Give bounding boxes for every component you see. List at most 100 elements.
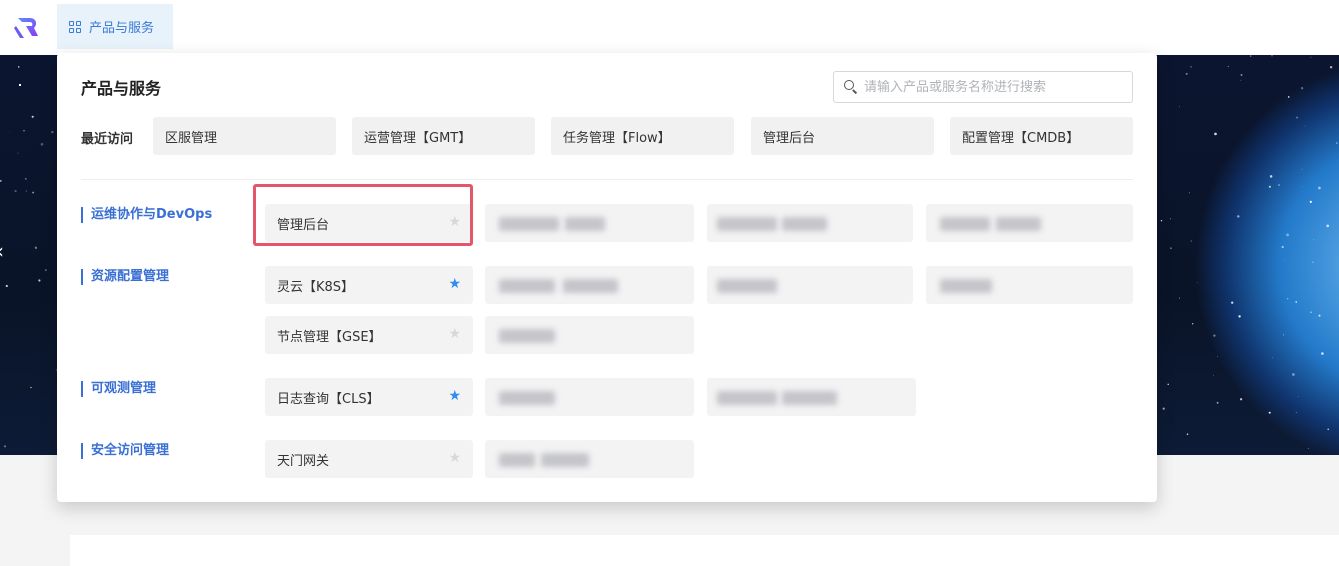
star-dot: [1216, 355, 1218, 357]
star-dot: [1278, 184, 1280, 186]
category-resource-config[interactable]: 资源配置管理: [81, 269, 169, 285]
category-observability[interactable]: 可观测管理: [81, 381, 156, 397]
star-dot: [1327, 428, 1330, 431]
star-dot: [1301, 168, 1303, 170]
star-dot: [17, 66, 20, 68]
recent-item[interactable]: 运营管理【GMT】: [352, 117, 535, 155]
star-dot: [32, 191, 35, 194]
star-dot: [1231, 301, 1234, 304]
star-dot: [1283, 334, 1285, 336]
star-dot: [1214, 132, 1217, 136]
redacted-product-card: [707, 378, 916, 416]
product-label: 节点管理【GSE】: [277, 329, 382, 345]
star-dot: [1284, 260, 1286, 262]
star-dot: [5, 284, 8, 288]
product-card[interactable]: 灵云【K8S】 ★: [265, 266, 473, 304]
star-dot: [1249, 55, 1252, 57]
star-dot: [1213, 334, 1216, 337]
star-dot: [9, 132, 10, 133]
star-dot: [14, 190, 17, 193]
star-dot: [1313, 239, 1315, 241]
star-dot: [1268, 185, 1271, 188]
star-icon[interactable]: ★: [448, 276, 461, 292]
star-dot: [1309, 200, 1312, 203]
star-dot: [1281, 245, 1284, 249]
star-dot: [1287, 298, 1289, 300]
redacted-product-card: [485, 440, 694, 478]
logo-icon[interactable]: [12, 12, 42, 42]
recent-item[interactable]: 任务管理【Flow】: [551, 117, 734, 155]
star-dot: [30, 386, 32, 389]
redacted-product-card: [485, 204, 694, 242]
category-devops[interactable]: 运维协作与DevOps: [81, 207, 212, 223]
star-dot: [1304, 125, 1306, 127]
star-dot: [23, 129, 25, 132]
recent-item[interactable]: 区服管理: [153, 117, 336, 155]
star-dot: [1296, 116, 1299, 119]
star-dot: [1192, 323, 1194, 325]
star-dot: [1160, 219, 1163, 222]
category-security-access[interactable]: 安全访问管理: [81, 443, 169, 459]
product-card[interactable]: 天门网关 ★: [265, 440, 473, 478]
redacted-product-card: [485, 378, 694, 416]
highlight-box: [253, 184, 473, 246]
star-dot: [1271, 357, 1273, 358]
product-card[interactable]: 日志查询【CLS】 ★: [265, 378, 473, 416]
star-dot: [1300, 86, 1304, 90]
star-dot: [1186, 433, 1189, 435]
redacted-product-card: [926, 204, 1133, 242]
star-dot: [1310, 56, 1312, 58]
star-dot: [1237, 215, 1240, 218]
star-dot: [1238, 315, 1241, 318]
chevron-left-icon[interactable]: ‹: [0, 239, 4, 263]
star-dot: [1286, 233, 1289, 237]
star-dot: [1318, 186, 1321, 190]
star-dot: [34, 246, 38, 249]
star-dot: [1196, 282, 1198, 283]
star-dot: [1310, 311, 1312, 314]
redacted-product-card: [707, 204, 913, 242]
product-label: 天门网关: [277, 453, 330, 469]
star-dot: [1318, 314, 1321, 317]
star-dot: [1307, 447, 1309, 450]
product-label: 灵云【K8S】: [277, 279, 355, 295]
nav-label: 产品与服务: [89, 21, 155, 36]
recent-item[interactable]: 管理后台: [751, 117, 934, 155]
star-dot: [1213, 374, 1214, 376]
star-dot: [1271, 55, 1273, 57]
panel-title: 产品与服务: [81, 79, 162, 98]
top-bar: 产品与服务: [0, 0, 1339, 55]
search-input[interactable]: [864, 79, 1124, 95]
star-dot: [1329, 66, 1333, 69]
star-dot: [1169, 247, 1172, 250]
star-dot: [1321, 352, 1324, 355]
star-dot: [1292, 373, 1295, 376]
search-icon: [844, 80, 858, 94]
star-dot: [1295, 301, 1298, 303]
star-dot: [24, 177, 27, 180]
product-card[interactable]: 节点管理【GSE】 ★: [265, 316, 473, 354]
star-dot: [40, 143, 44, 146]
recent-item[interactable]: 配置管理【CMDB】: [950, 117, 1133, 155]
star-dot: [1297, 396, 1299, 398]
star-dot: [1179, 297, 1180, 299]
products-dropdown-panel: 产品与服务 最近访问 区服管理 运营管理【GMT】 任务管理【Flow】 管理后…: [57, 53, 1157, 502]
star-icon[interactable]: ★: [448, 388, 461, 404]
star-dot: [1336, 142, 1338, 144]
star-dot: [1295, 411, 1297, 413]
star-icon[interactable]: ★: [448, 326, 461, 342]
recent-label: 最近访问: [81, 132, 134, 147]
star-dot: [1227, 65, 1229, 68]
star-dot: [1167, 383, 1169, 386]
content-card: [70, 535, 1339, 566]
search-box[interactable]: [833, 71, 1133, 103]
star-dot: [0, 179, 2, 182]
star-dot: [1162, 407, 1165, 410]
star-dot: [4, 445, 6, 448]
star-dot: [1190, 66, 1192, 68]
product-label: 日志查询【CLS】: [277, 391, 380, 407]
redacted-product-card: [485, 316, 694, 354]
products-services-menu-button[interactable]: 产品与服务: [57, 4, 173, 49]
star-dot: [1301, 186, 1303, 187]
star-icon[interactable]: ★: [448, 450, 461, 466]
